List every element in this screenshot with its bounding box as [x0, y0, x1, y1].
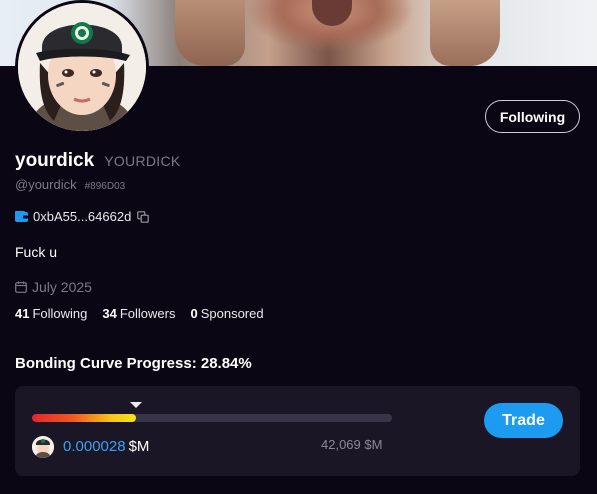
profile-bio: Fuck u: [15, 244, 58, 260]
followers-count: 34: [102, 306, 117, 321]
progress-fill: [32, 414, 136, 422]
bonding-curve-card: 0.000028 $M 42,069 $M Trade: [15, 386, 580, 476]
market-cap-target: 42,069 $M: [321, 437, 383, 452]
bonding-curve-title: Bonding Curve Progress: 28.84%: [15, 355, 252, 372]
avatar-illustration: [18, 3, 146, 131]
token-avatar: [32, 436, 54, 458]
joined-row: July 2025: [15, 279, 92, 295]
profile-stats: 41 Following 34 Followers 0 Sponsored: [15, 306, 279, 321]
trade-button[interactable]: Trade: [484, 403, 563, 438]
wallet-icon: [15, 211, 28, 222]
progress-track: [32, 414, 392, 422]
followers-label: Followers: [119, 306, 176, 321]
triangle-down-icon: [130, 402, 142, 408]
display-name: yourdick: [15, 150, 95, 171]
wallet-row: 0xbA55...64662d: [15, 209, 150, 224]
followers-stat[interactable]: 34 Followers: [102, 306, 175, 321]
user-handle: @yourdick: [15, 177, 77, 192]
copy-icon[interactable]: [137, 210, 150, 223]
price-unit: $M: [128, 438, 150, 455]
sponsored-count: 0: [190, 306, 198, 321]
banner-photo-detail: [312, 0, 352, 26]
following-button[interactable]: Following: [485, 100, 580, 133]
joined-date: July 2025: [32, 279, 92, 295]
following-stat[interactable]: 41 Following: [15, 306, 87, 321]
profile-avatar[interactable]: [15, 0, 149, 134]
sponsored-label: Sponsored: [200, 306, 264, 321]
token-price: 0.000028 $M: [63, 438, 149, 455]
following-count: 41: [15, 306, 30, 321]
token-ticker: YOURDICK: [104, 153, 181, 169]
banner-photo-detail: [430, 0, 500, 66]
calendar-icon: [15, 281, 27, 293]
sponsored-stat[interactable]: 0 Sponsored: [190, 306, 263, 321]
banner-photo-detail: [175, 0, 245, 66]
wallet-address[interactable]: 0xbA55...64662d: [33, 209, 131, 224]
name-row: yourdick YOURDICK: [15, 150, 181, 172]
handle-row: @yourdick #896D03: [15, 177, 125, 192]
following-label: Following: [32, 306, 88, 321]
price-value: 0.000028: [63, 438, 126, 455]
hex-code: #896D03: [84, 181, 126, 192]
